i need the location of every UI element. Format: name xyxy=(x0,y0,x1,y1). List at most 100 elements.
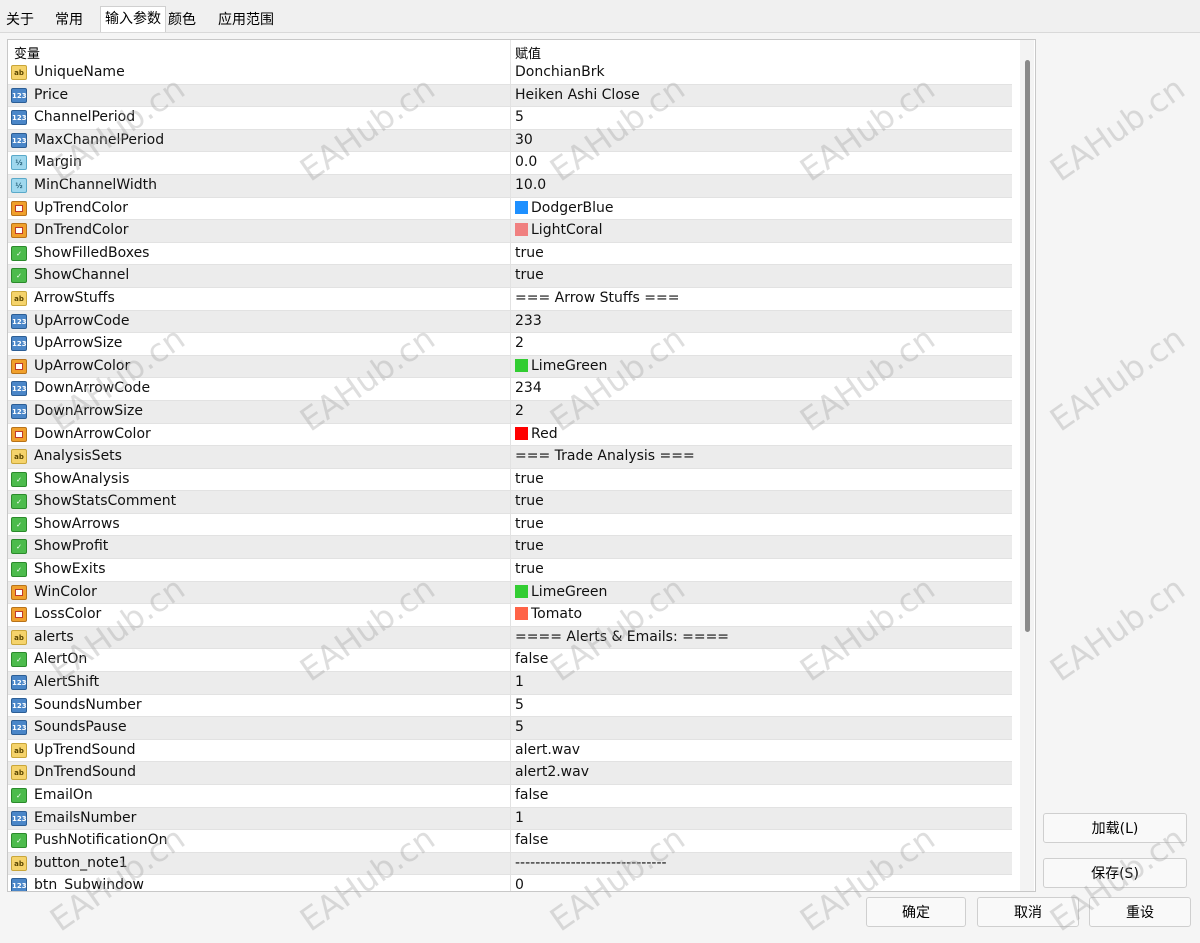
scrollbar-thumb[interactable] xyxy=(1025,60,1030,632)
parameter-value[interactable]: 0.0 xyxy=(515,154,537,170)
parameter-row[interactable]: ✓ ShowAnalysis true xyxy=(8,468,1012,492)
column-header-variable[interactable]: 变量 xyxy=(14,43,40,62)
parameter-row[interactable]: 123 AlertShift 1 xyxy=(8,672,1012,695)
parameter-row[interactable]: ab UpTrendSound alert.wav xyxy=(8,739,1012,763)
column-header-value[interactable]: 赋值 xyxy=(515,43,541,62)
parameter-row[interactable]: UpArrowColor LimeGreen xyxy=(8,355,1012,379)
column-divider xyxy=(510,468,511,491)
ok-button[interactable]: 确定 xyxy=(866,897,966,927)
parameter-row[interactable]: ½ Margin 0.0 xyxy=(8,152,1012,175)
parameter-row[interactable]: WinColor LimeGreen xyxy=(8,581,1012,605)
parameter-value[interactable]: true xyxy=(515,493,544,509)
parameter-row[interactable]: 123 UpArrowCode 233 xyxy=(8,310,1012,334)
color-swatch xyxy=(515,358,528,372)
parameter-value[interactable]: ------------------------------ xyxy=(515,855,667,871)
parameter-row[interactable]: ab button_note1 --------------------------… xyxy=(8,852,1012,876)
parameter-row[interactable]: DnTrendColor LightCoral xyxy=(8,220,1012,243)
parameter-value[interactable]: true xyxy=(515,516,544,532)
parameter-value[interactable]: LightCoral xyxy=(515,222,603,238)
tab-colors[interactable]: 颜色 xyxy=(164,8,200,32)
column-divider xyxy=(510,129,511,152)
column-divider xyxy=(510,174,511,197)
tab-scope[interactable]: 应用范围 xyxy=(214,8,278,32)
parameter-row[interactable]: 123 Price Heiken Ashi Close xyxy=(8,84,1012,108)
parameter-value-text: Tomato xyxy=(531,606,583,623)
parameter-row[interactable]: ab DnTrendSound alert2.wav xyxy=(8,762,1012,785)
parameter-row[interactable]: ✓ ShowExits true xyxy=(8,559,1012,582)
parameter-value[interactable]: 5 xyxy=(515,719,524,735)
parameter-value[interactable]: 2 xyxy=(515,335,524,351)
column-divider[interactable] xyxy=(510,40,511,62)
cancel-button[interactable]: 取消 xyxy=(977,897,1079,927)
parameter-row[interactable]: ½ MinChannelWidth 10.0 xyxy=(8,174,1012,198)
parameter-row[interactable]: 123 btn_Subwindow 0 xyxy=(8,875,1012,892)
parameter-value[interactable]: 234 xyxy=(515,380,542,396)
save-button[interactable]: 保存(S) xyxy=(1043,858,1187,888)
parameter-value[interactable]: 5 xyxy=(515,697,524,713)
parameter-value[interactable]: 30 xyxy=(515,132,533,148)
parameter-row[interactable]: 123 ChannelPeriod 5 xyxy=(8,107,1012,130)
parameter-value[interactable]: === Trade Analysis === xyxy=(515,448,695,464)
parameter-row[interactable]: ✓ EmailOn false xyxy=(8,785,1012,808)
parameter-value[interactable]: Tomato xyxy=(515,606,582,622)
parameter-row[interactable]: ✓ ShowChannel true xyxy=(8,265,1012,288)
parameter-row[interactable]: ✓ PushNotificationOn false xyxy=(8,830,1012,853)
parameter-row[interactable]: 123 SoundsPause 5 xyxy=(8,717,1012,740)
column-divider xyxy=(510,536,511,559)
parameter-value[interactable]: true xyxy=(515,245,544,261)
parameter-row[interactable]: DownArrowColor Red xyxy=(8,423,1012,447)
parameter-row[interactable]: UpTrendColor DodgerBlue xyxy=(8,197,1012,221)
parameter-row[interactable]: 123 DownArrowCode 234 xyxy=(8,378,1012,401)
parameter-name: btn_Subwindow xyxy=(34,877,145,892)
parameter-value[interactable]: true xyxy=(515,561,544,577)
parameter-value[interactable]: alert2.wav xyxy=(515,764,589,780)
parameter-value[interactable]: Red xyxy=(515,426,558,442)
parameter-value[interactable]: 5 xyxy=(515,109,524,125)
parameter-row[interactable]: 123 MaxChannelPeriod 30 xyxy=(8,129,1012,153)
parameter-value[interactable]: true xyxy=(515,267,544,283)
parameter-row[interactable]: 123 SoundsNumber 5 xyxy=(8,694,1012,718)
column-divider xyxy=(510,604,511,626)
load-button[interactable]: 加载(L) xyxy=(1043,813,1187,843)
parameter-row[interactable]: ab ArrowStuffs === Arrow Stuffs === xyxy=(8,287,1012,311)
parameter-value[interactable]: DonchianBrk xyxy=(515,64,605,80)
parameter-row[interactable]: 123 UpArrowSize 2 xyxy=(8,333,1012,356)
parameter-value[interactable]: true xyxy=(515,471,544,487)
parameter-row[interactable]: ab UniqueName DonchianBrk xyxy=(8,62,1012,85)
tab-inputs[interactable]: 输入参数 xyxy=(100,6,166,33)
tab-common[interactable]: 常用 xyxy=(51,8,87,32)
parameter-value[interactable]: false xyxy=(515,651,548,667)
parameter-value[interactable]: LimeGreen xyxy=(515,358,607,374)
parameter-value[interactable]: 1 xyxy=(515,674,524,690)
tab-about[interactable]: 关于 xyxy=(2,8,38,32)
parameter-value[interactable]: true xyxy=(515,538,544,554)
reset-button[interactable]: 重设 xyxy=(1089,897,1191,927)
parameter-value[interactable]: === Arrow Stuffs === xyxy=(515,290,679,306)
parameter-name: SoundsPause xyxy=(34,719,127,736)
parameter-row[interactable]: ✓ ShowStatsComment true xyxy=(8,491,1012,514)
parameter-row[interactable]: ab alerts ==== Alerts & Emails: ==== xyxy=(8,626,1012,650)
parameter-value[interactable]: alert.wav xyxy=(515,742,580,758)
parameter-row[interactable]: ✓ ShowFilledBoxes true xyxy=(8,242,1012,266)
parameter-value[interactable]: ==== Alerts & Emails: ==== xyxy=(515,629,729,645)
parameter-name: UpArrowSize xyxy=(34,335,123,352)
parameter-value[interactable]: 1 xyxy=(515,810,524,826)
parameter-name: Margin xyxy=(34,154,82,171)
parameter-row[interactable]: 123 EmailsNumber 1 xyxy=(8,807,1012,831)
parameter-value[interactable]: 10.0 xyxy=(515,177,546,193)
parameter-value[interactable]: false xyxy=(515,787,548,803)
parameter-value[interactable]: false xyxy=(515,832,548,848)
parameter-value[interactable]: DodgerBlue xyxy=(515,200,613,216)
parameter-value[interactable]: 233 xyxy=(515,313,542,329)
parameter-value[interactable]: LimeGreen xyxy=(515,584,607,600)
parameter-value[interactable]: Heiken Ashi Close xyxy=(515,87,640,103)
parameter-row[interactable]: ab AnalysisSets === Trade Analysis === xyxy=(8,446,1012,469)
parameter-row[interactable]: ✓ AlertOn false xyxy=(8,649,1012,673)
parameter-value[interactable]: 2 xyxy=(515,403,524,419)
vertical-scrollbar[interactable] xyxy=(1020,40,1034,891)
parameter-row[interactable]: LossColor Tomato xyxy=(8,604,1012,627)
parameter-row[interactable]: ✓ ShowProfit true xyxy=(8,536,1012,560)
parameter-row[interactable]: 123 DownArrowSize 2 xyxy=(8,400,1012,424)
parameter-row[interactable]: ✓ ShowArrows true xyxy=(8,513,1012,537)
parameter-value[interactable]: 0 xyxy=(515,877,524,891)
